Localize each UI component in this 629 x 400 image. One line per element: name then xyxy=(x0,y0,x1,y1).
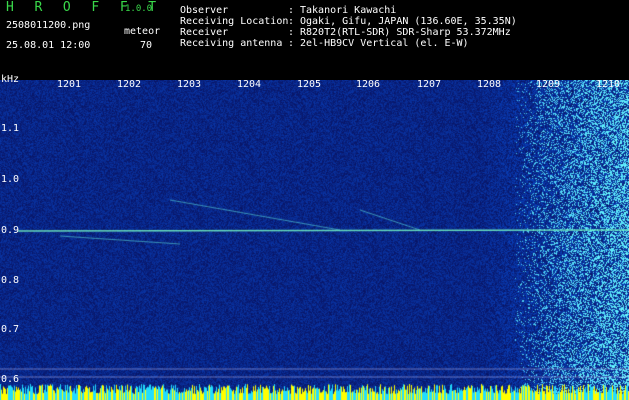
x-tick-label: 1210 xyxy=(596,79,621,90)
info-key: Receiver xyxy=(180,27,229,38)
y-tick-label: 1.1 xyxy=(1,123,20,134)
x-tick-label: 1204 xyxy=(237,79,262,90)
station-info: Observer: Takanori Kawachi Receiving Loc… xyxy=(180,5,517,49)
info-key: Observer xyxy=(180,5,229,16)
y-tick-label: 1.0 xyxy=(1,174,20,185)
y-tick-label: 0.6 xyxy=(1,374,20,385)
info-row-location: Receiving Location: Ogaki, Gifu, JAPAN (… xyxy=(180,16,517,27)
x-tick-label: 1203 xyxy=(177,79,202,90)
info-value: Ogaki, Gifu, JAPAN (136.60E, 35.35N) xyxy=(300,16,517,27)
y-tick-label: 0.8 xyxy=(1,275,20,286)
x-tick-label: 1207 xyxy=(417,79,442,90)
info-value: Takanori Kawachi xyxy=(300,5,397,16)
x-tick-label: 1209 xyxy=(536,79,561,90)
y-tick-label: 0.7 xyxy=(1,324,20,335)
x-tick-label: 1201 xyxy=(57,79,82,90)
observation-datetime: 25.08.01 12:00 xyxy=(6,40,91,51)
x-tick-label: 1206 xyxy=(356,79,381,90)
meteor-label: meteor xyxy=(124,26,161,37)
app-version: 1.0.0 xyxy=(125,4,153,14)
x-tick-label: 1208 xyxy=(477,79,502,90)
info-key: Receiving antenna xyxy=(180,38,283,49)
meteor-count: 70 xyxy=(140,40,153,51)
header-panel: H R O F F T 1.0.0 2508011200.png 25.08.0… xyxy=(0,0,629,80)
file-name: 2508011200.png xyxy=(6,20,91,31)
waterfall-spectrogram xyxy=(0,80,629,400)
info-row-observer: Observer: Takanori Kawachi xyxy=(180,5,397,16)
info-row-antenna: Receiving antenna: 2el-HB9CV Vertical (e… xyxy=(180,38,469,49)
y-axis-unit: kHz xyxy=(1,74,20,85)
info-value: 2el-HB9CV Vertical (el. E-W) xyxy=(300,38,469,49)
info-value: R820T2(RTL-SDR) SDR-Sharp 53.372MHz xyxy=(300,27,511,38)
y-tick-label: 0.9 xyxy=(1,225,20,236)
info-key: Receiving Location xyxy=(180,16,289,27)
x-tick-label: 1202 xyxy=(117,79,142,90)
x-tick-label: 1205 xyxy=(297,79,322,90)
info-row-receiver: Receiver: R820T2(RTL-SDR) SDR-Sharp 53.3… xyxy=(180,27,511,38)
